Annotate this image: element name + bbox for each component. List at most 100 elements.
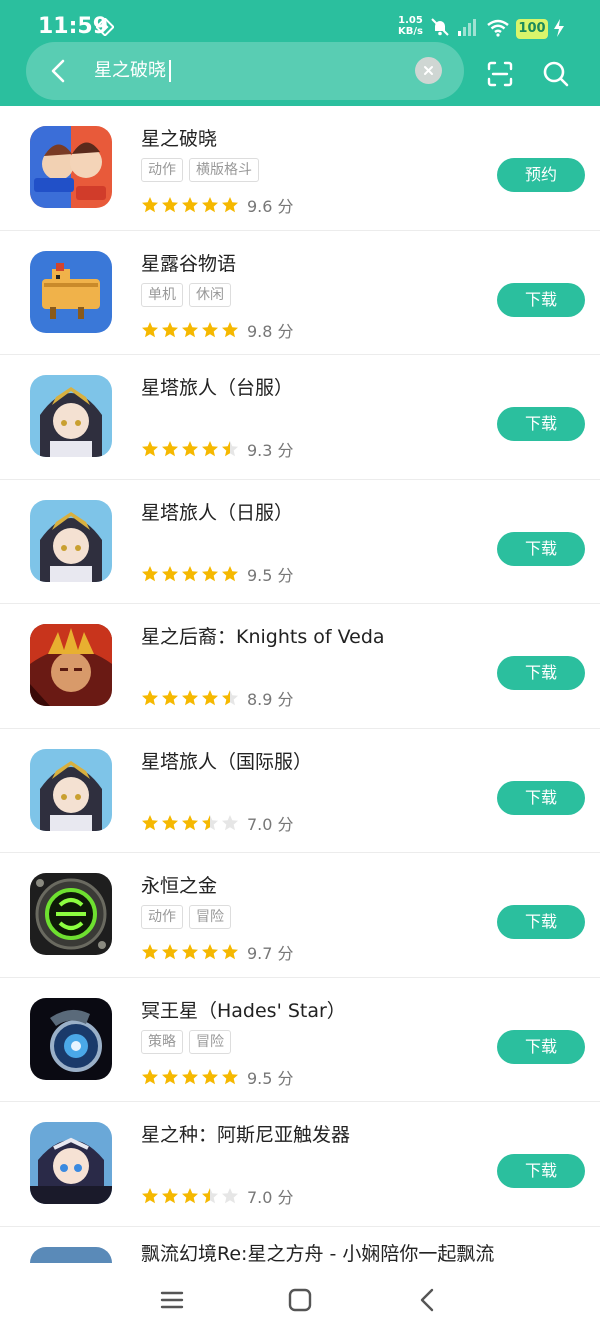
game-icon[interactable]: [30, 624, 112, 706]
rating: 9.6 分: [141, 193, 294, 216]
genre-tag: 动作: [141, 905, 183, 929]
rating-score: 7.0 分: [247, 1188, 294, 1207]
rating-score: 9.5 分: [247, 1068, 294, 1088]
rating: 7.0 分: [141, 1184, 294, 1207]
charging-icon: [554, 19, 564, 37]
star-icon: [142, 1188, 158, 1204]
star-icon: [142, 1068, 158, 1084]
list-item[interactable]: 永恒之金动作 冒险 9.7 分 下载: [0, 853, 600, 978]
list-item[interactable]: 星塔旅人（台服） 9.3 分 下载: [0, 355, 600, 480]
list-item[interactable]: 星之种：阿斯尼亚触发器 7.0 分 下载: [0, 1102, 600, 1227]
search-input[interactable]: 星之破晓: [94, 58, 166, 84]
rating: 8.9 分: [141, 686, 294, 709]
genre-tag: 冒险: [189, 905, 231, 929]
star-icon: [142, 690, 158, 706]
game-title[interactable]: 星塔旅人（日服）: [141, 498, 293, 525]
download-button[interactable]: 下载: [497, 282, 585, 317]
text-cursor: [169, 60, 171, 82]
list-item[interactable]: 冥王星（Hades' Star） 策略 冒险 9.5 分 下载: [0, 978, 600, 1102]
clear-button[interactable]: [415, 57, 442, 84]
star-icon: [162, 1188, 178, 1204]
star-icon: [202, 1188, 218, 1204]
download-button[interactable]: 下载: [497, 1029, 585, 1064]
download-button[interactable]: 下载: [497, 407, 585, 441]
star-icon: [202, 321, 218, 337]
star-icon: [162, 441, 178, 457]
back-arrow-icon[interactable]: [46, 57, 72, 85]
signal-icon: [458, 19, 476, 36]
reserve-button[interactable]: 预约: [497, 158, 585, 192]
rating-score: 9.7 分: [247, 944, 294, 963]
genre-tag: 冒险: [189, 1029, 231, 1054]
game-icon[interactable]: [30, 873, 112, 955]
game-title[interactable]: 冥王星（Hades' Star）: [141, 996, 346, 1023]
game-icon[interactable]: [30, 250, 112, 333]
home-icon[interactable]: [287, 1287, 313, 1313]
status-bar: 11:59 1.05 KB/s 100: [0, 0, 600, 44]
star-icon: [162, 1068, 178, 1084]
star-icon: [142, 944, 158, 960]
game-title[interactable]: 飘流幻境Re:星之方舟 - 小娴陪你一起飘流: [141, 1239, 494, 1264]
list-item[interactable]: 星露谷物语单机 休闲 9.8 分 下载: [0, 231, 600, 355]
genre-tag: 横版格斗: [189, 158, 259, 182]
rating: 9.3 分: [141, 437, 294, 460]
genre-tag: 单机: [141, 282, 183, 307]
rating: 9.5 分: [141, 1065, 294, 1088]
download-button[interactable]: 下载: [497, 905, 585, 939]
close-icon: [424, 66, 433, 75]
game-title[interactable]: 永恒之金: [141, 871, 217, 898]
game-icon[interactable]: [30, 126, 112, 208]
star-icon: [222, 565, 238, 581]
star-icon: [162, 944, 178, 960]
game-title[interactable]: 星塔旅人（台服）: [141, 373, 293, 400]
search-box[interactable]: [26, 42, 464, 100]
game-icon[interactable]: [30, 1246, 112, 1263]
nfc-icon: [96, 18, 114, 36]
star-icon: [202, 944, 218, 960]
rating-score: 7.0 分: [247, 814, 294, 834]
star-icon: [202, 814, 218, 830]
genre-tag: 策略: [141, 1029, 183, 1054]
rating-score: 9.8 分: [247, 321, 294, 341]
star-icon: [222, 814, 238, 830]
game-icon[interactable]: [30, 748, 112, 831]
search-icon[interactable]: [542, 60, 570, 88]
back-icon[interactable]: [415, 1287, 441, 1313]
list-item[interactable]: 飘流幻境Re:星之方舟 - 小娴陪你一起飘流: [0, 1227, 600, 1264]
search-results-list[interactable]: 星之破晓 动作 横版格斗 9.6 分预约 星露谷物语 单机 休闲 9.8 分下载 星塔旅人（台服…: [0, 106, 600, 1263]
star-icon: [142, 814, 158, 830]
star-icon: [142, 565, 158, 581]
game-title[interactable]: 星之破晓: [141, 124, 217, 151]
rating: 9.8 分: [141, 318, 294, 341]
download-button[interactable]: 下载: [497, 780, 585, 815]
list-item[interactable]: 星塔旅人（国际服） 7.0 分 下载: [0, 729, 600, 853]
star-icon: [182, 441, 198, 457]
star-icon: [202, 690, 218, 706]
list-item[interactable]: 星之破晓 动作 横版格斗 9.6 分 预约: [0, 106, 600, 231]
star-icon: [222, 441, 238, 457]
tag-list: 单机 休闲: [141, 282, 237, 307]
star-icon: [182, 197, 198, 213]
rating-score: 9.3 分: [247, 441, 294, 460]
scan-icon[interactable]: [486, 60, 514, 88]
game-icon[interactable]: [30, 499, 112, 582]
game-title[interactable]: 星之后裔：Knights of Veda: [141, 622, 385, 649]
game-title[interactable]: 星塔旅人（国际服）: [141, 747, 312, 774]
list-item[interactable]: 星塔旅人（日服） 9.5 分 下载: [0, 480, 600, 604]
star-icon: [162, 814, 178, 830]
star-icon: [182, 814, 198, 830]
game-icon[interactable]: [30, 375, 112, 457]
star-icon: [222, 690, 238, 706]
game-title[interactable]: 星露谷物语: [141, 249, 236, 276]
star-icon: [182, 1068, 198, 1084]
download-button[interactable]: 下载: [497, 531, 585, 566]
download-button[interactable]: 下载: [497, 1154, 585, 1188]
rating-score: 8.9 分: [247, 690, 294, 709]
game-icon[interactable]: [30, 997, 112, 1080]
game-icon[interactable]: [30, 1122, 112, 1204]
download-button[interactable]: 下载: [497, 656, 585, 690]
wifi-icon: [487, 19, 509, 37]
list-item[interactable]: 星之后裔：Knights of Veda 8.9 分 下载: [0, 604, 600, 729]
menu-icon[interactable]: [159, 1287, 185, 1313]
game-title[interactable]: 星之种：阿斯尼亚触发器: [141, 1120, 350, 1147]
